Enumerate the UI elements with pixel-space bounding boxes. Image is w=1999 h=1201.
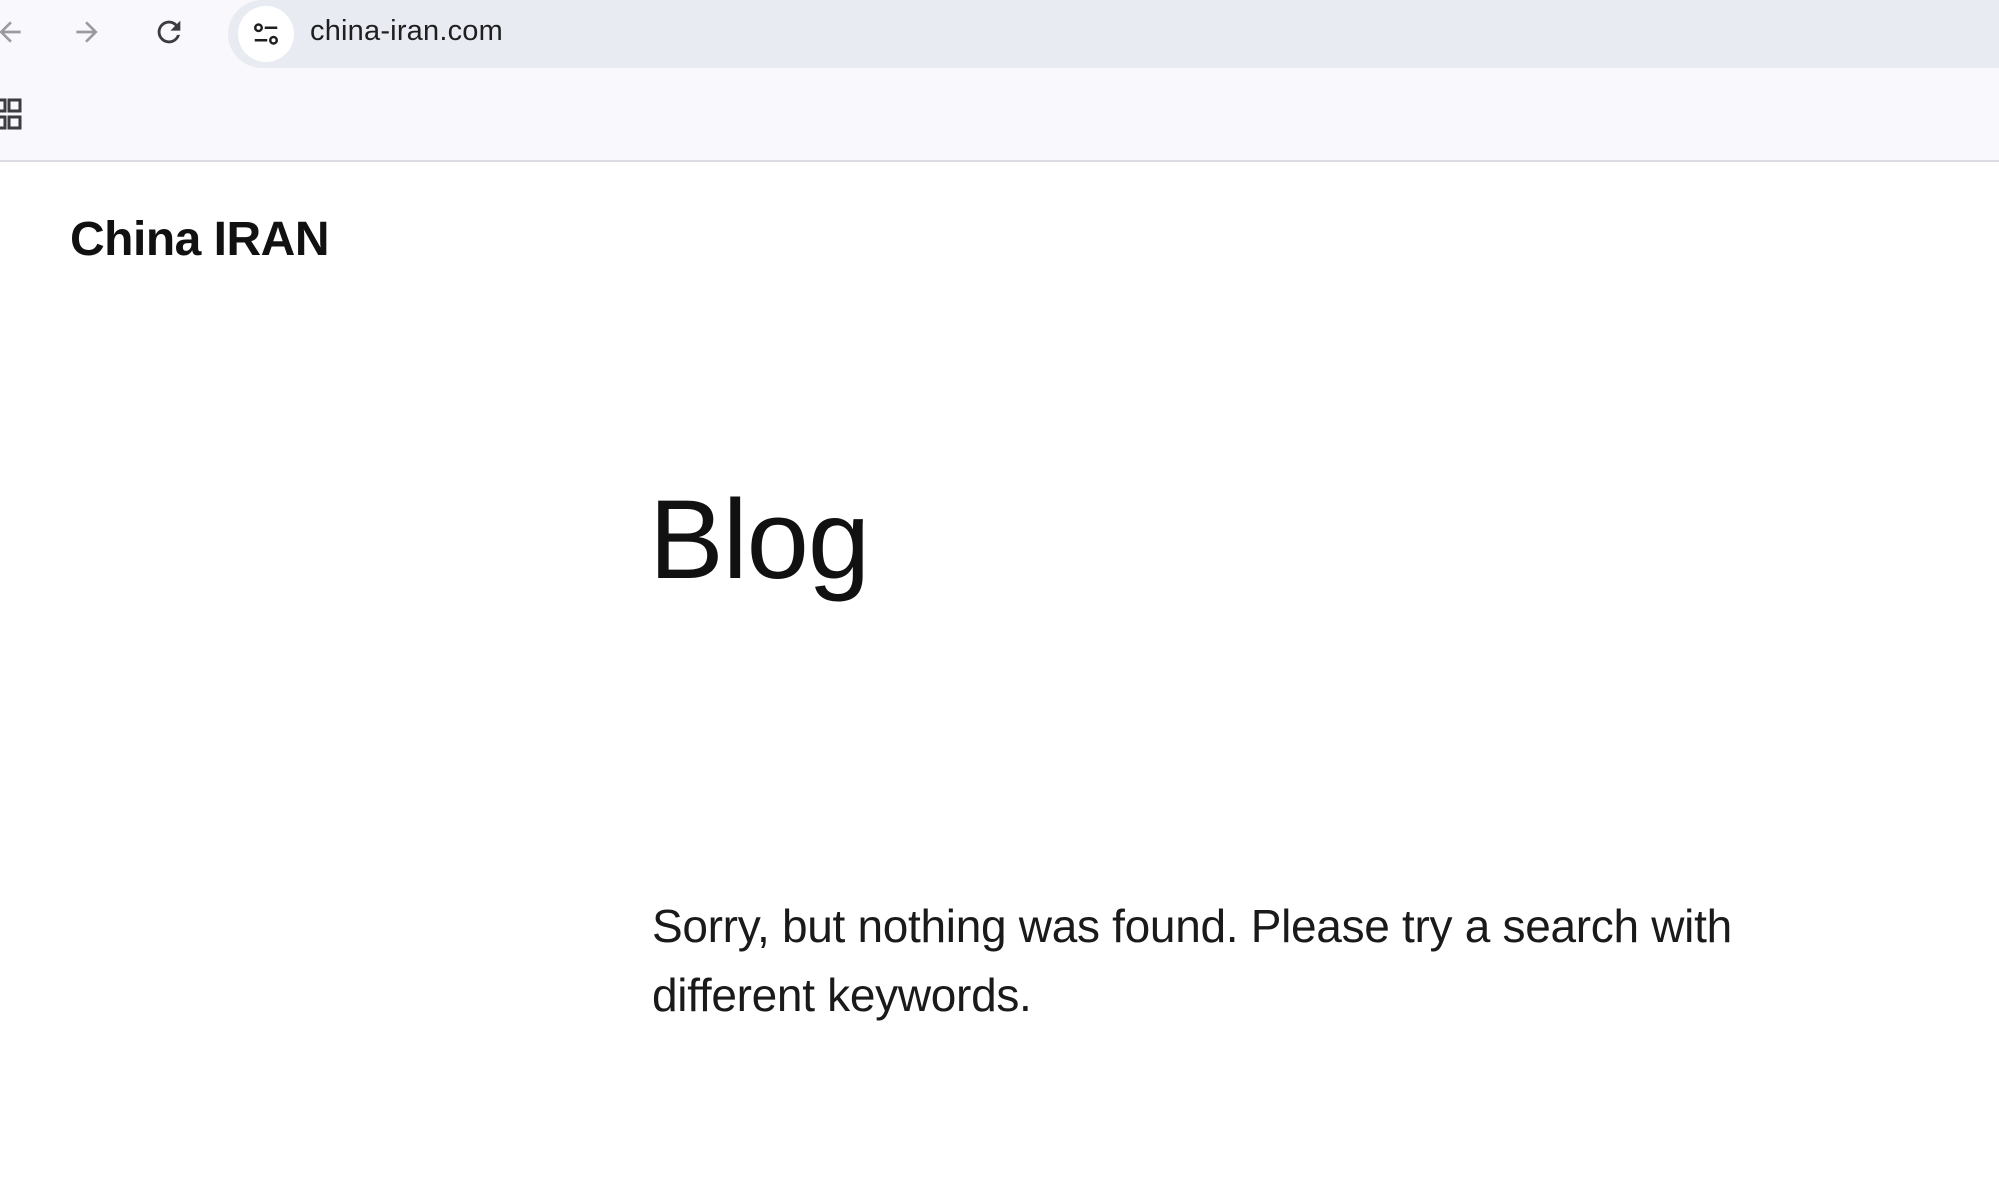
apps-grid-icon[interactable] xyxy=(0,98,24,132)
back-button[interactable] xyxy=(0,8,34,56)
forward-button[interactable] xyxy=(63,8,111,56)
bookmarks-bar xyxy=(0,70,1999,162)
site-title[interactable]: China IRAN xyxy=(70,212,330,267)
site-info-button[interactable] xyxy=(238,6,294,62)
arrow-right-icon xyxy=(76,21,98,43)
reload-button[interactable] xyxy=(145,8,193,56)
browser-toolbar: china-iran.com xyxy=(0,0,1999,70)
page-title: Blog xyxy=(649,477,870,602)
tune-icon xyxy=(254,23,278,45)
address-bar[interactable]: china-iran.com xyxy=(228,0,1999,68)
arrow-left-icon xyxy=(0,21,21,43)
reload-icon xyxy=(157,20,181,44)
url-text[interactable]: china-iran.com xyxy=(310,15,503,48)
no-results-message: Sorry, but nothing was found. Please try… xyxy=(652,900,1732,1021)
